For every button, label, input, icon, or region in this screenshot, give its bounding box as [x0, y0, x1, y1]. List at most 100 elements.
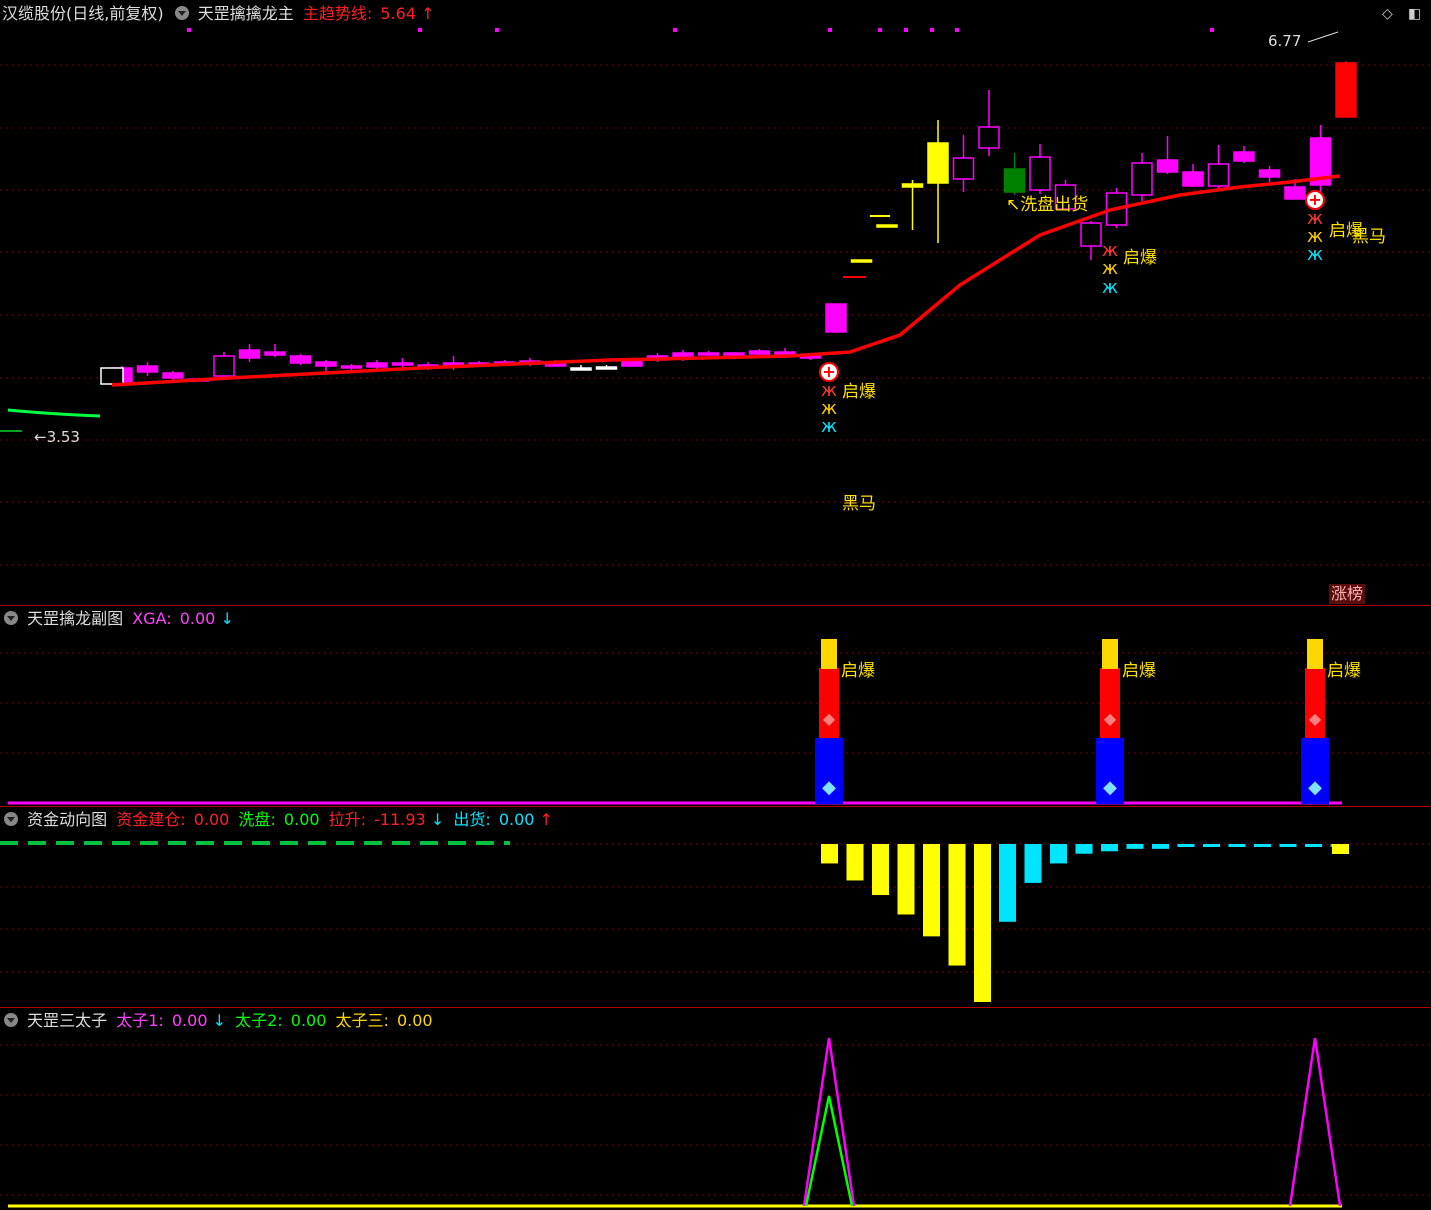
low-price-label: ←3.53: [34, 428, 80, 446]
gem-icon: ◆: [1104, 709, 1117, 728]
gem-icon: ◆: [1103, 777, 1117, 798]
xipan-bar: [1203, 844, 1220, 847]
sub2-panel: 资金动向图 资金建仓: 0.00 洗盘: 0.00 拉升: -11.93 ↓ 出…: [0, 807, 1431, 1007]
xipan-bar: [1279, 844, 1297, 847]
trend-value: 5.64: [380, 4, 416, 23]
candle-body: [1029, 156, 1051, 191]
candle-body: [213, 355, 235, 377]
zijin-bar: [897, 844, 915, 915]
candle-body: [264, 351, 286, 356]
chuhuo-arrow: ↑: [539, 810, 553, 829]
main-indicator-name: 天罡擒擒龙主: [197, 4, 294, 23]
candle-body: [876, 224, 898, 228]
gem-icon: ◆: [1309, 641, 1322, 660]
candle-body: [850, 259, 873, 263]
qibao-label: 启爆: [1327, 661, 1361, 681]
candle-body: [238, 349, 261, 359]
chuhuo-value: 0.00: [498, 810, 535, 829]
main-header: 汉缆股份(日线,前复权) 天罡擒擒龙主 主趋势线: 5.64 ↑: [2, 4, 435, 23]
high-price-label: 6.77: [1268, 32, 1301, 50]
plus-circle-icon: +: [822, 362, 835, 381]
candle-body: [1182, 171, 1204, 187]
signal-dot: [418, 28, 422, 32]
candle-body: [1003, 168, 1026, 193]
signal-dot: [828, 28, 832, 32]
taizi1-value: 0.00: [171, 1011, 208, 1030]
sub2-header: 资金动向图 资金建仓: 0.00 洗盘: 0.00 拉升: -11.93 ↓ 出…: [2, 808, 557, 832]
candle-body: [289, 355, 312, 364]
candle-body: [1156, 159, 1179, 173]
signal-dot: [955, 28, 959, 32]
xipan-bar: [1126, 844, 1144, 849]
stock-title: 汉缆股份(日线,前复权): [2, 4, 164, 23]
xipan-bar: [1050, 844, 1067, 864]
trend-label: 主趋势线: [302, 4, 367, 23]
candle-body: [340, 365, 363, 369]
xga-label: XGA: [132, 609, 167, 628]
candle-body: [366, 362, 388, 368]
candle-body: [748, 350, 771, 355]
gem-icon: ◆: [1104, 641, 1117, 660]
signal-dot: [187, 28, 191, 32]
signal-dot: [673, 28, 677, 32]
butterfly-icon: ж: [1102, 258, 1118, 279]
xipan-bar: [1024, 844, 1042, 883]
diamond-icon[interactable]: ◇: [1382, 6, 1393, 22]
xipan-value: 0.00: [283, 810, 320, 829]
xipan-bar: [1177, 844, 1195, 847]
sub1-chart[interactable]: ◆ ◆ ◆ 启爆 ◆ ◆ ◆ 启爆 ◆ ◆ ◆ 启爆: [0, 606, 1431, 806]
candle-body: [595, 366, 618, 370]
xipan-bar: [1152, 844, 1169, 849]
gem-icon: ◆: [823, 709, 836, 728]
sub2-chart[interactable]: [0, 807, 1431, 1007]
candle-body: [1335, 62, 1357, 118]
pre-trend-line: [7, 408, 101, 418]
xipan-bar: [1228, 844, 1246, 847]
candle-body: [100, 367, 124, 385]
taizi3-label: 太子三: [335, 1011, 384, 1030]
main-panel: ←3.53 6.77 + ж ж ж + ж ж ж ж ж ж 启爆 启爆 启爆 黑马 黑马 ↖洗盘出货 汉缆股份…: [0, 0, 1431, 605]
settings-toggle-icon[interactable]: [4, 812, 18, 826]
xipan-label: 洗盘: [238, 810, 271, 829]
qibao-label: 启爆: [841, 661, 875, 681]
settings-toggle-icon[interactable]: [4, 611, 18, 625]
heima-label: 黑马: [1352, 227, 1386, 247]
candle-body: [162, 372, 184, 379]
chuhuo-label: 出货: [453, 810, 486, 829]
zhangbang-badge[interactable]: 涨榜: [1329, 584, 1366, 604]
candle-body: [1080, 222, 1102, 247]
settings-toggle-icon[interactable]: [174, 6, 189, 20]
xipan-bar: [1254, 844, 1271, 847]
lasheng-arrow: ↓: [430, 810, 445, 829]
qibao-label: 启爆: [1122, 661, 1156, 681]
zijin-bar: [872, 844, 889, 896]
candle-body: [1258, 169, 1281, 178]
candle-body: [723, 352, 745, 356]
main-chart[interactable]: ←3.536.77+жжж+жжжжжж启爆启爆启爆黑马黑马↖洗盘出货: [0, 0, 1431, 605]
sub1-title: 天罡擒龙副图: [27, 609, 124, 628]
lasheng-value: -11.93: [374, 810, 426, 829]
sub3-panel: 天罡三太子 太子1: 0.00 ↓ 太子2: 0.00 太子三: 0.00: [0, 1008, 1431, 1210]
trend-arrow: ↑: [421, 4, 435, 23]
settings-toggle-icon[interactable]: [4, 1013, 18, 1027]
signal-dot: [904, 28, 908, 32]
window-icon[interactable]: ◧: [1408, 6, 1421, 22]
taizi2-value: 0.00: [290, 1011, 327, 1030]
butterfly-icon: ж: [1102, 277, 1118, 298]
candle-body: [978, 126, 1000, 149]
zijin-bar: [1332, 844, 1349, 854]
xga-arrow: ↓: [220, 609, 234, 628]
candle-body: [391, 362, 414, 366]
xipan-bar: [1305, 844, 1322, 847]
candle-body: [1233, 151, 1255, 162]
sub3-title: 天罡三太子: [27, 1011, 108, 1030]
candle-body: [697, 352, 720, 356]
candle-body: [570, 367, 592, 371]
heima-label: 黑马: [842, 494, 876, 514]
candle-body: [1131, 162, 1153, 196]
sub3-chart[interactable]: [0, 1008, 1431, 1210]
taizi1-label: 太子1: [116, 1011, 159, 1030]
jiancang-value: 0.00: [193, 810, 230, 829]
sub3-header: 天罡三太子 太子1: 0.00 ↓ 太子2: 0.00 太子三: 0.00: [2, 1009, 437, 1033]
candle-body: [952, 157, 975, 180]
